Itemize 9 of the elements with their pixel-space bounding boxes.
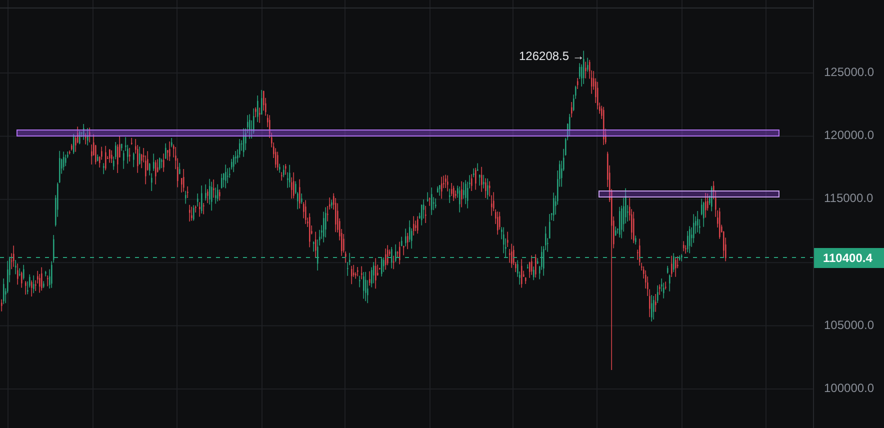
high-marker: 126208.5 → bbox=[519, 49, 584, 63]
axis-label: 120000.0 bbox=[824, 128, 874, 142]
current-price-label: 110400.4 bbox=[814, 248, 884, 268]
price-zone[interactable] bbox=[16, 130, 780, 136]
axis-label: 105000.0 bbox=[824, 318, 874, 332]
price-zone[interactable] bbox=[598, 190, 780, 198]
axis-label: 115000.0 bbox=[824, 191, 874, 206]
axis-label: 100000.0 bbox=[824, 381, 874, 395]
axis-label: 125000.0 bbox=[824, 65, 874, 79]
